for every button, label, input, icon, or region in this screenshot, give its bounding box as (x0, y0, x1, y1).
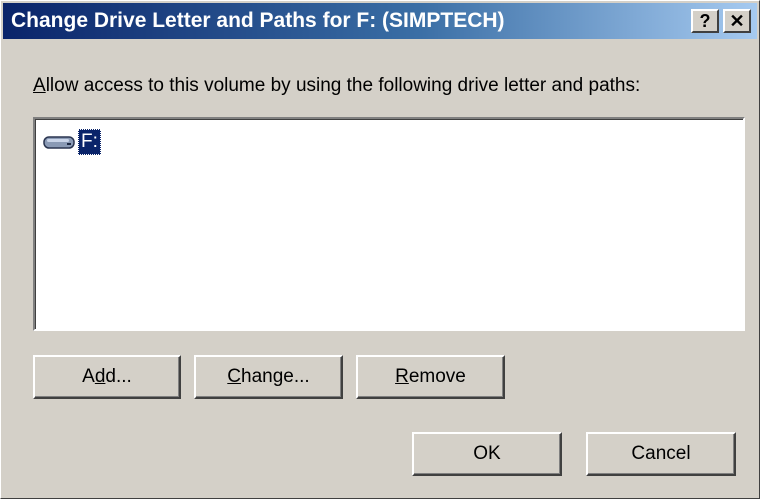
instruction-text: llow access to this volume by using the … (45, 75, 641, 96)
close-button[interactable]: ✕ (723, 9, 751, 33)
add-button-label-start: A (82, 366, 95, 387)
add-button-mnemonic: d (94, 366, 106, 387)
list-item[interactable]: F: (43, 127, 101, 157)
add-button[interactable]: Ad d... (33, 355, 181, 399)
list-item-label: F: (78, 129, 101, 155)
remove-button-label: emove (408, 366, 466, 387)
instruction-mnemonic: A (33, 75, 46, 96)
remove-button-mnemonic: R (395, 366, 409, 387)
change-button-mnemonic: C (227, 366, 242, 387)
ok-button[interactable]: OK (412, 432, 562, 476)
remove-button[interactable]: Remove (356, 355, 505, 399)
instruction-label: Allow access to this volume by using the… (33, 75, 640, 97)
drive-paths-listbox[interactable]: F: (33, 117, 745, 331)
add-button-label-end: d... (105, 366, 132, 387)
drive-icon (43, 132, 77, 152)
dialog-window: Change Drive Letter and Paths for F: (SI… (0, 0, 760, 499)
change-button[interactable]: Change... (194, 355, 343, 399)
window-title: Change Drive Letter and Paths for F: (SI… (11, 9, 505, 32)
title-bar[interactable]: Change Drive Letter and Paths for F: (SI… (3, 3, 757, 39)
close-icon: ✕ (729, 11, 745, 31)
help-button[interactable]: ? (691, 9, 719, 33)
change-button-label: hange... (241, 366, 310, 387)
cancel-button[interactable]: Cancel (586, 432, 736, 476)
